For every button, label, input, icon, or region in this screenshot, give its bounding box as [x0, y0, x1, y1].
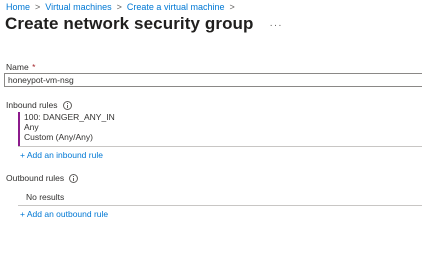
rule-name: 100: DANGER_ANY_IN	[24, 112, 115, 122]
breadcrumb-separator: >	[35, 2, 41, 12]
breadcrumb-separator: >	[116, 2, 122, 12]
breadcrumb-separator: >	[229, 2, 235, 12]
breadcrumb: Home > Virtual machines > Create a virtu…	[6, 2, 240, 12]
page: Home > Virtual machines > Create a virtu…	[0, 0, 422, 253]
inbound-rules-label-text: Inbound rules	[6, 100, 58, 110]
info-icon[interactable]	[62, 100, 72, 110]
inbound-rule-item[interactable]: 100: DANGER_ANY_IN Any Custom (Any/Any)	[18, 112, 422, 147]
outbound-rules-label: Outbound rules	[6, 173, 79, 183]
add-outbound-rule-link[interactable]: + Add an outbound rule	[20, 209, 108, 219]
add-inbound-rule-link[interactable]: + Add an inbound rule	[20, 150, 103, 160]
name-label-text: Name	[6, 62, 29, 72]
outbound-empty-text: No results	[26, 192, 65, 202]
breadcrumb-virtual-machines[interactable]: Virtual machines	[45, 2, 111, 12]
page-title: Create network security group	[5, 14, 254, 33]
info-icon[interactable]	[69, 173, 79, 183]
outbound-rules-label-text: Outbound rules	[6, 173, 65, 183]
required-mark: *	[32, 62, 36, 72]
rule-accent-bar	[18, 112, 20, 146]
name-field-label: Name *	[6, 62, 35, 72]
rule-service: Custom (Any/Any)	[24, 132, 93, 142]
breadcrumb-home[interactable]: Home	[6, 2, 30, 12]
divider	[18, 205, 422, 206]
name-input[interactable]	[4, 73, 422, 87]
title-row: Create network security group ···	[5, 14, 283, 34]
more-options-button[interactable]: ···	[270, 20, 283, 31]
inbound-rules-label: Inbound rules	[6, 100, 72, 110]
breadcrumb-create-virtual-machine[interactable]: Create a virtual machine	[127, 2, 225, 12]
rule-source: Any	[24, 122, 39, 132]
